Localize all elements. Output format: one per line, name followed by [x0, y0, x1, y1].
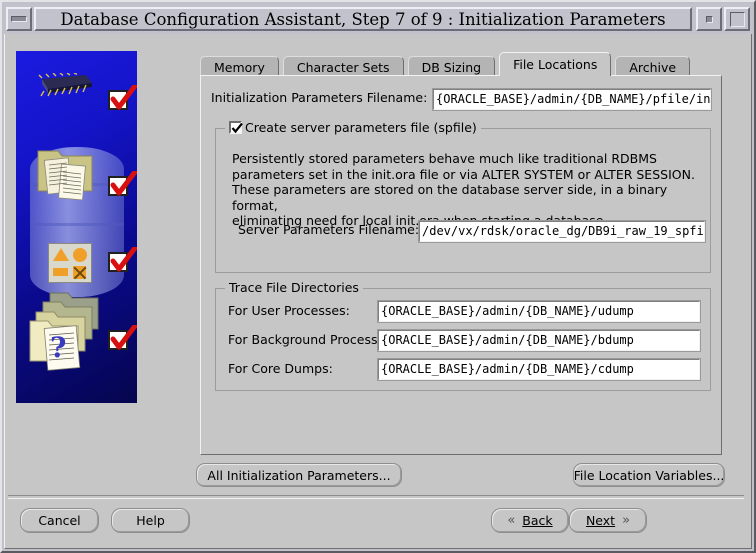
trace-file-directories-group-box: Trace File Directories For User Processe…: [215, 280, 711, 391]
folder-documents-icon: [37, 150, 93, 201]
rectangle-shape-icon: [53, 268, 68, 276]
trace-group-title: Trace File Directories: [225, 280, 363, 295]
server-params-filename-label: Server Parameters Filename:: [238, 222, 420, 237]
init-params-filename-input[interactable]: {ORACLE_BASE}/admin/{DB_NAME}/pfile/init…: [432, 88, 712, 111]
cancel-button[interactable]: Cancel: [20, 508, 99, 533]
step-checkmark-4: [108, 325, 137, 353]
red-check-icon-4: [110, 325, 137, 350]
spfile-group-box: Create server parameters file (spfile) P…: [215, 120, 711, 273]
user-processes-label: For User Processes:: [228, 303, 350, 318]
spfile-description: Persistently stored parameters behave mu…: [232, 151, 695, 228]
memory-chip-icon: [38, 73, 92, 97]
wizard-illustration: ?: [16, 51, 137, 403]
help-button[interactable]: Help: [111, 508, 190, 533]
background-process-row: For Background Process:: [228, 332, 382, 347]
spfile-group-title: Create server parameters file (spfile): [225, 120, 481, 135]
maximize-icon: [729, 11, 745, 27]
shapes-palette-icon: [48, 243, 92, 283]
back-button-label: Back: [522, 513, 553, 528]
maximize-button[interactable]: [724, 7, 750, 31]
folders-question-document-icon: ?: [29, 292, 99, 371]
minimize-icon: [705, 15, 713, 23]
background-process-input[interactable]: {ORACLE_BASE}/admin/{DB_NAME}/bdump: [377, 329, 701, 352]
minimize-button[interactable]: [696, 7, 722, 31]
next-button[interactable]: Next »: [569, 508, 647, 533]
title-bar-text-container: Database Configuration Assistant, Step 7…: [34, 7, 692, 31]
next-chevron-icon: »: [622, 513, 631, 528]
create-spfile-checkbox[interactable]: [229, 121, 243, 134]
window-controls: [694, 7, 750, 31]
page-title: Database Configuration Assistant, Step 7…: [60, 9, 666, 29]
all-initialization-parameters-button[interactable]: All Initialization Parameters...: [196, 463, 402, 487]
back-chevron-icon: «: [507, 513, 516, 528]
title-bar: Database Configuration Assistant, Step 7…: [4, 4, 752, 34]
server-params-filename-row: Server Parameters Filename:: [238, 222, 419, 237]
core-dumps-label: For Core Dumps:: [228, 361, 333, 376]
background-process-label: For Background Process:: [228, 332, 382, 347]
window-menu-button[interactable]: [6, 7, 32, 31]
footer-separator: [8, 495, 744, 499]
core-dumps-row: For Core Dumps:: [228, 361, 333, 376]
red-check-icon-3: [110, 247, 137, 272]
core-dumps-input[interactable]: {ORACLE_BASE}/admin/{DB_NAME}/cdump: [377, 358, 701, 381]
triangle-shape-icon: [53, 248, 69, 261]
application-window: Database Configuration Assistant, Step 7…: [0, 0, 756, 553]
step-checkmark-3: [108, 247, 137, 275]
crossed-box-shape-icon: [73, 266, 86, 279]
tab-bar: Memory Character Sets DB Sizing File Loc…: [200, 52, 722, 78]
step-checkmark-2: [108, 171, 137, 199]
init-params-filename-label: Initialization Parameters Filename:: [211, 90, 428, 105]
next-button-label: Next: [585, 513, 616, 528]
circle-shape-icon: [73, 248, 87, 262]
user-processes-row: For User Processes:: [228, 303, 350, 318]
user-processes-input[interactable]: {ORACLE_BASE}/admin/{DB_NAME}/udump: [377, 300, 701, 323]
red-check-icon-1: [110, 85, 137, 110]
red-check-icon-2: [110, 171, 137, 196]
tab-file-locations[interactable]: File Locations: [499, 52, 612, 76]
step-checkmark-1: [108, 85, 137, 113]
init-params-filename-row: Initialization Parameters Filename:: [211, 90, 427, 105]
create-spfile-label: Create server parameters file (spfile): [245, 120, 477, 135]
checkbox-check-icon: [231, 122, 243, 134]
file-locations-panel: Initialization Parameters Filename: {ORA…: [200, 75, 722, 455]
svg-text:?: ?: [50, 331, 66, 364]
server-params-filename-input[interactable]: /dev/vx/rdsk/oracle_dg/DB9i_raw_19_spfil…: [418, 220, 706, 243]
window-menu-icon: [11, 16, 27, 22]
back-button[interactable]: « Back: [491, 508, 569, 533]
file-location-variables-button[interactable]: File Location Variables...: [573, 463, 725, 487]
